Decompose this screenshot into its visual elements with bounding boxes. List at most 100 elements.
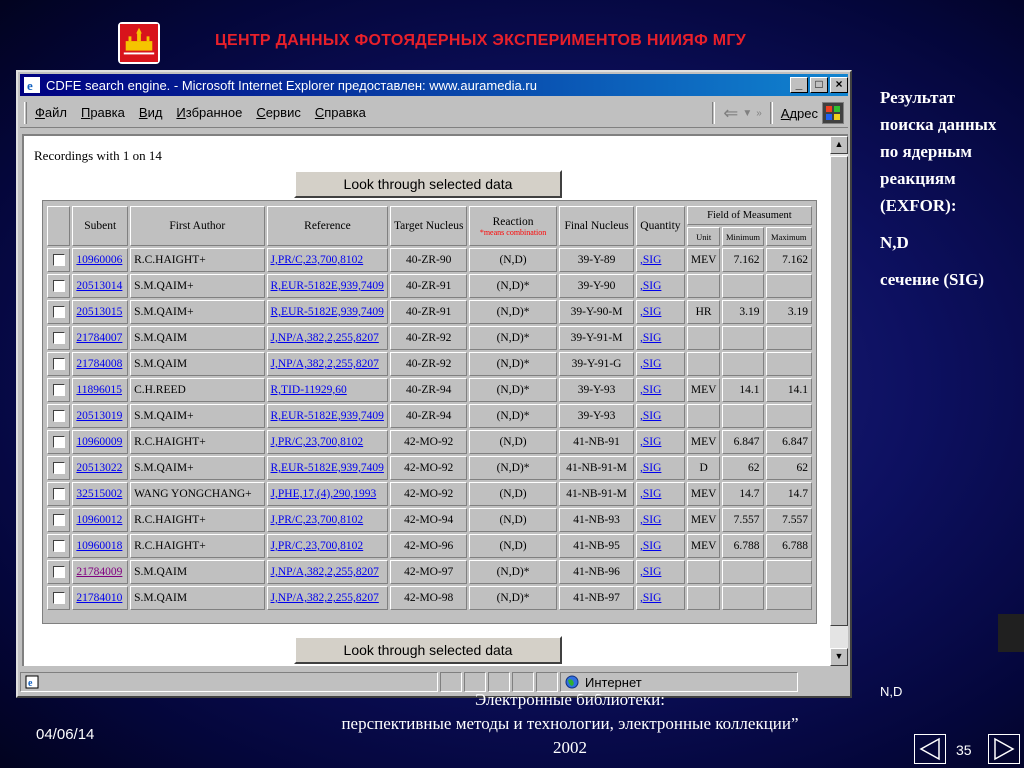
row-checkbox[interactable] [52,540,65,553]
row-checkbox[interactable] [52,436,65,449]
reference-link[interactable]: R,EUR-5182E,939,7409 [271,306,384,318]
page-icon: e [25,675,39,689]
author-cell: S.M.QAIM [130,586,265,610]
row-checkbox[interactable] [52,462,65,475]
quantity-link[interactable]: ,SIG [640,332,661,344]
subent-link[interactable]: 20513019 [76,410,122,422]
chevron-more-icon[interactable]: » [756,108,762,119]
reference-link[interactable]: J,NP/A,382,2,255,8207 [271,358,379,370]
quantity-link[interactable]: ,SIG [640,592,661,604]
quantity-link[interactable]: ,SIG [640,462,661,474]
window-titlebar[interactable]: e CDFE search engine. - Microsoft Intern… [20,74,848,96]
row-checkbox[interactable] [52,410,65,423]
quantity-link[interactable]: ,SIG [640,384,661,396]
menu-view[interactable]: Вид [139,105,163,120]
quantity-link[interactable]: ,SIG [640,254,661,266]
dropdown-arrow-icon[interactable]: ▼ [742,108,752,119]
row-checkbox[interactable] [52,514,65,527]
back-arrow-icon[interactable]: ⇐ [723,103,738,124]
quantity-link[interactable]: ,SIG [640,436,661,448]
row-checkbox[interactable] [52,566,65,579]
look-through-button-bottom[interactable]: Look through selected data [294,636,562,664]
quantity-link[interactable]: ,SIG [640,540,661,552]
menu-favorites[interactable]: Избранное [176,105,242,120]
address-label[interactable]: Адрес [781,106,818,121]
row-checkbox[interactable] [52,358,65,371]
prev-slide-button[interactable] [914,734,946,764]
table-row: 20513015 S.M.QAIM+ R,EUR-5182E,939,7409 40-… [47,300,812,324]
subent-link[interactable]: 20513022 [76,462,122,474]
look-through-button-top[interactable]: Look through selected data [294,170,562,198]
final-cell: 39-Y-90 [559,274,634,298]
reaction-cell: (N,D)* [469,326,558,350]
maximum-cell: 6.847 [765,430,812,454]
reference-link[interactable]: J,PR/C,23,700,8102 [271,254,364,266]
minimum-cell [722,352,764,376]
row-select-cell [47,456,71,480]
minimize-button[interactable]: _ [790,77,808,93]
quantity-link[interactable]: ,SIG [640,306,661,318]
scroll-down-button[interactable]: ▼ [830,648,848,666]
subent-cell: 21784010 [72,586,129,610]
subent-link[interactable]: 10960012 [76,514,122,526]
menu-file[interactable]: Файл [35,105,67,120]
row-checkbox[interactable] [52,592,65,605]
reference-link[interactable]: R,EUR-5182E,939,7409 [271,462,384,474]
reference-cell: R,EUR-5182E,939,7409 [266,404,389,428]
quantity-link[interactable]: ,SIG [640,514,661,526]
close-button[interactable]: × [830,77,848,93]
subent-link[interactable]: 10960009 [76,436,122,448]
table-row: 10960018 R.C.HAIGHT+ J,PR/C,23,700,8102 42-… [47,534,812,558]
row-checkbox[interactable] [52,332,65,345]
quantity-link[interactable]: ,SIG [640,566,661,578]
reference-link[interactable]: R,TID-11929,60 [271,384,347,396]
target-cell: 42-MO-97 [390,560,468,584]
quantity-link[interactable]: ,SIG [640,358,661,370]
header-minimum: Minimum [722,227,764,246]
menu-tools[interactable]: Сервис [256,105,301,120]
quantity-link[interactable]: ,SIG [640,280,661,292]
header-final-nucleus: Final Nucleus [559,206,634,246]
final-cell: 39-Y-93 [559,404,634,428]
reference-link[interactable]: J,PR/C,23,700,8102 [271,540,364,552]
minimum-cell [722,326,764,350]
target-cell: 42-MO-92 [390,482,468,506]
menu-edit[interactable]: Правка [81,105,125,120]
row-checkbox[interactable] [52,488,65,501]
reference-link[interactable]: J,NP/A,382,2,255,8207 [271,332,379,344]
subent-link[interactable]: 20513015 [76,306,122,318]
reference-link[interactable]: J,PR/C,23,700,8102 [271,514,364,526]
quantity-link[interactable]: ,SIG [640,488,661,500]
subent-link[interactable]: 10960006 [76,254,122,266]
reference-link[interactable]: R,EUR-5182E,939,7409 [271,280,384,292]
subent-link[interactable]: 32515002 [76,488,122,500]
subent-link[interactable]: 10960018 [76,540,122,552]
reference-link[interactable]: J,NP/A,382,2,255,8207 [271,592,379,604]
reference-link[interactable]: J,PR/C,23,700,8102 [271,436,364,448]
row-checkbox[interactable] [52,384,65,397]
subent-link[interactable]: 20513014 [76,280,122,292]
reference-link[interactable]: R,EUR-5182E,939,7409 [271,410,384,422]
menu-help[interactable]: Справка [315,105,366,120]
scroll-up-button[interactable]: ▲ [830,136,848,154]
row-checkbox[interactable] [52,254,65,267]
reference-link[interactable]: J,PHE,17,(4),290,1993 [271,488,377,500]
toolbar-grip[interactable] [24,101,27,124]
reference-link[interactable]: J,NP/A,382,2,255,8207 [271,566,379,578]
vertical-scrollbar[interactable]: ▲ ▼ [830,134,848,666]
subent-link[interactable]: 21784009 [76,566,122,578]
quantity-link[interactable]: ,SIG [640,410,661,422]
table-row: 21784008 S.M.QAIM J,NP/A,382,2,255,8207 40-… [47,352,812,376]
minimum-cell: 6.847 [722,430,764,454]
subent-link[interactable]: 11896015 [76,384,122,396]
subent-link[interactable]: 21784010 [76,592,122,604]
status-pane [512,672,534,692]
next-slide-button[interactable] [988,734,1020,764]
row-checkbox[interactable] [52,306,65,319]
subent-link[interactable]: 21784008 [76,358,122,370]
subent-link[interactable]: 21784007 [76,332,122,344]
row-checkbox[interactable] [52,280,65,293]
subent-cell: 20513014 [72,274,129,298]
maximize-button[interactable]: □ [810,77,828,93]
scroll-thumb[interactable] [830,156,848,626]
